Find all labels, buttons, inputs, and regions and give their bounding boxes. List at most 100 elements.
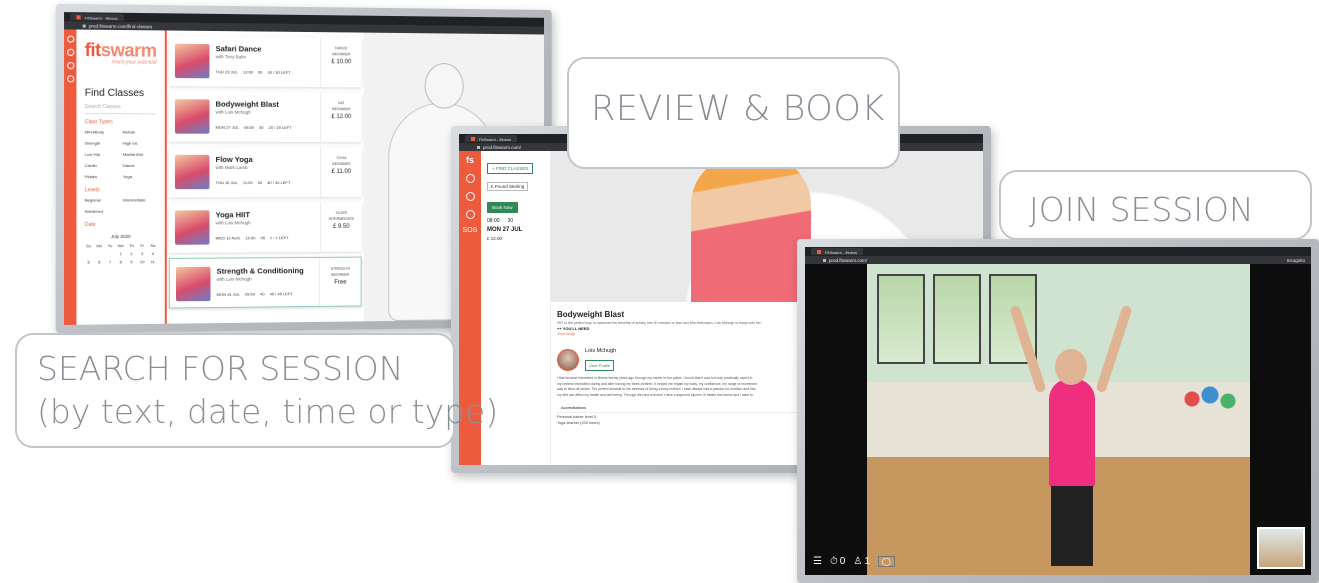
class-duration: 45 bbox=[260, 235, 265, 241]
calendar-day[interactable]: 4 bbox=[149, 251, 157, 256]
level-option[interactable]: Intermediate bbox=[123, 197, 157, 202]
book-now-button[interactable]: Book Now bbox=[487, 202, 518, 213]
class-type-option[interactable]: Pilates bbox=[85, 174, 119, 179]
calendar-day[interactable]: 6 bbox=[95, 259, 103, 264]
session-time: 08:00 bbox=[487, 218, 500, 224]
calendar-day[interactable]: 5 bbox=[85, 260, 93, 265]
class-time: 13:00 bbox=[242, 69, 253, 75]
filters-panel: fitswarm reach your potential Find Class… bbox=[76, 29, 167, 325]
class-card[interactable]: Safari Dance with Tony Balm THU 23 JUL 13:0… bbox=[168, 35, 362, 88]
class-card[interactable]: Yoga HIIT with Lois Mchugh WED 12 AUG 12:00… bbox=[168, 201, 362, 253]
class-card[interactable]: Bodyweight Blast with Lois Mchugh MON 27 J… bbox=[168, 91, 362, 143]
participants-control[interactable]: ♙ 1 bbox=[853, 556, 870, 567]
class-spaces: 30 / 30 LEFT bbox=[267, 69, 291, 75]
heart-icon[interactable] bbox=[465, 174, 475, 183]
class-price: £ 9.50 bbox=[333, 223, 350, 230]
session-date: MON 27 JUL bbox=[487, 227, 523, 233]
review-book-callout: REVIEW & BOOK bbox=[567, 57, 900, 169]
dancer-torso bbox=[1049, 379, 1095, 489]
class-type-option[interactable]: Low Imp bbox=[85, 152, 119, 157]
self-view-pip[interactable] bbox=[1257, 527, 1305, 569]
class-time: 11:00 bbox=[242, 180, 253, 186]
browser-tab[interactable]: FitSwarm - fitness bbox=[70, 13, 124, 21]
class-instructor: with Lois Mchugh bbox=[215, 109, 251, 115]
browser-tab[interactable]: FitSwarm - fitness bbox=[811, 248, 864, 255]
class-thumbnail bbox=[174, 154, 210, 190]
class-type-option[interactable]: Rehab bbox=[123, 129, 157, 134]
class-type-option[interactable]: High Int. bbox=[123, 141, 157, 146]
calendar-grid: Su Mo Tu We Th Fr Sa 1 2 3 4 5 6 7 8 9 10 11 bbox=[85, 243, 157, 265]
calendar-day[interactable]: 7 bbox=[106, 259, 114, 264]
class-level: BEGINNER bbox=[332, 162, 351, 167]
url-text: prod.fitswarm.com/find-classes bbox=[88, 23, 153, 29]
calendar-day[interactable]: 10 bbox=[138, 259, 146, 264]
calendar-day[interactable] bbox=[85, 251, 93, 256]
callout-text: SEARCH FOR SESSION bbox=[37, 349, 404, 388]
class-duration: 40 bbox=[260, 291, 265, 297]
user-icon[interactable] bbox=[66, 75, 74, 83]
search-classes-input[interactable]: Search Classes bbox=[84, 100, 157, 115]
class-price-box: DANCE BEGINNER £ 10.00 bbox=[319, 37, 362, 88]
class-types-list: Mind/Body Rehab Strength High Int. Low Imp Ma… bbox=[85, 129, 157, 179]
favicon-icon bbox=[76, 15, 81, 20]
dancer-arm bbox=[1095, 304, 1133, 394]
address-bar[interactable]: prod.fitswarm.com/Incognito bbox=[805, 256, 1311, 264]
plus-icon[interactable] bbox=[66, 48, 74, 56]
calendar-day[interactable] bbox=[95, 251, 103, 256]
calendar-day[interactable]: 9 bbox=[128, 259, 136, 264]
calendar-weekday: Sa bbox=[150, 242, 156, 248]
sos-button[interactable]: SOS bbox=[459, 227, 481, 234]
page-title: Find Classes bbox=[84, 87, 145, 100]
dancer-head bbox=[1055, 349, 1087, 385]
marketing-collage: FitSwarm - fitness prod.fitswarm.com/fin… bbox=[0, 0, 1319, 583]
class-type-option[interactable]: Mind/Body bbox=[85, 129, 119, 134]
calendar-weekday: Th bbox=[129, 242, 134, 249]
class-type-option[interactable]: Martial Arts bbox=[123, 152, 157, 157]
level-option[interactable]: Beginner bbox=[85, 197, 119, 202]
timer-control[interactable]: ⏱ 0 bbox=[830, 556, 845, 567]
currency-select[interactable]: £ Pound Sterling bbox=[487, 182, 529, 191]
view-profile-button[interactable]: View Profile bbox=[585, 360, 615, 371]
runner-illustration bbox=[691, 155, 811, 302]
class-type-option[interactable]: Yoga bbox=[123, 174, 157, 179]
heart-icon[interactable] bbox=[66, 35, 74, 43]
class-thumbnail bbox=[174, 43, 210, 79]
tab-title: FitSwarm - fitness bbox=[84, 14, 118, 21]
class-type-option[interactable]: Cardio bbox=[85, 163, 119, 168]
calendar-day[interactable]: 2 bbox=[128, 251, 136, 256]
calendar-day[interactable]: 11 bbox=[149, 259, 157, 264]
user-icon[interactable] bbox=[465, 210, 475, 219]
class-card[interactable]: Flow Yoga with Mark Lamb THU 30 JUL 11:00 50… bbox=[168, 146, 362, 198]
search-icon[interactable] bbox=[465, 192, 475, 201]
class-title: Safari Dance bbox=[215, 44, 262, 54]
calendar-day[interactable]: 8 bbox=[117, 259, 125, 264]
class-type-option[interactable]: Dance bbox=[123, 163, 157, 168]
class-price: £ 10.00 bbox=[331, 59, 352, 66]
class-card[interactable]: Strength & Conditioning with Lois Mchugh M… bbox=[168, 256, 362, 309]
calendar-day[interactable]: 1 bbox=[117, 251, 125, 256]
class-level: BEGINNER bbox=[332, 52, 351, 57]
class-info: Flow Yoga with Mark Lamb THU 30 JUL 11:00 50… bbox=[216, 147, 320, 197]
video-stage: ☰ ⏱ 0 ♙ 1 ◯ bbox=[805, 264, 1311, 575]
calendar-day[interactable] bbox=[106, 251, 114, 256]
find-classes-button[interactable]: + FIND CLASSES bbox=[487, 163, 534, 174]
brand-mark: fs bbox=[465, 155, 474, 165]
class-price-box: STRENGTH BEGINNER Free bbox=[318, 257, 361, 306]
browser-tab[interactable]: FitSwarm - fitness bbox=[465, 135, 518, 142]
calendar-day[interactable]: 3 bbox=[138, 251, 146, 256]
menu-icon[interactable]: ☰ bbox=[813, 556, 822, 567]
class-date: THU 30 JUL bbox=[215, 180, 238, 186]
class-instructor: with Lois Mchugh bbox=[216, 276, 252, 282]
class-time: 12:00 bbox=[245, 235, 256, 241]
level-option[interactable]: Advanced bbox=[85, 209, 119, 214]
bulb-icon[interactable]: ◯ bbox=[877, 556, 895, 567]
class-title: Flow Yoga bbox=[215, 154, 253, 164]
join-session-callout: JOIN SESSION bbox=[999, 170, 1312, 240]
join-device-frame: FitSwarm - fitness prod.fitswarm.com/Inc… bbox=[797, 239, 1319, 583]
callout-text: JOIN SESSION bbox=[1029, 190, 1254, 229]
class-type-option[interactable]: Strength bbox=[85, 141, 119, 146]
search-icon[interactable] bbox=[66, 62, 74, 70]
class-list: Safari Dance with Tony Balm THU 23 JUL 13:0… bbox=[168, 35, 362, 324]
class-spaces: 40 / 40 LEFT bbox=[267, 180, 291, 186]
dancer-legs bbox=[1051, 486, 1093, 566]
